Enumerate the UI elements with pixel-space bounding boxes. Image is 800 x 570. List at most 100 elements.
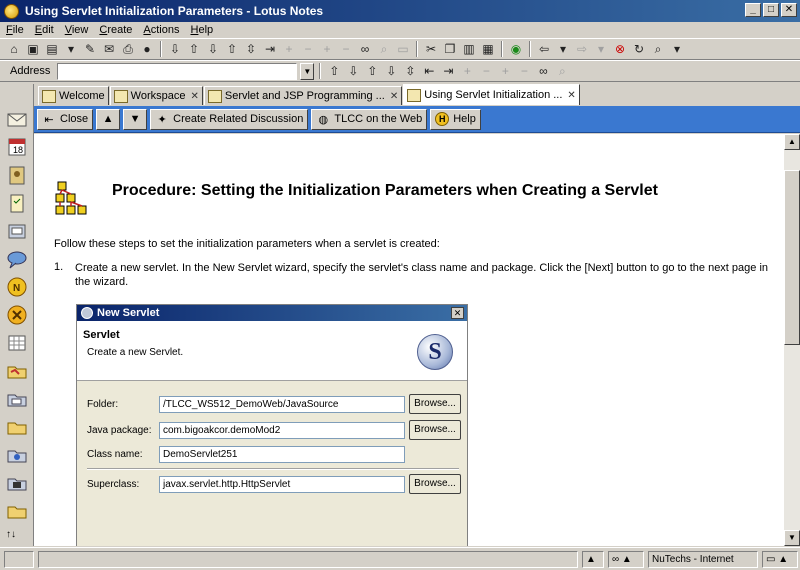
replicate-icon[interactable]: ● (139, 41, 155, 57)
previous-doc-button[interactable]: ▲ (96, 108, 121, 130)
page-icon[interactable]: ⇥ (440, 63, 456, 79)
help-button[interactable]: H Help (430, 108, 481, 130)
show-icon[interactable]: ⇤ (421, 63, 437, 79)
status-indicator[interactable] (4, 550, 34, 568)
search-dropdown-icon[interactable]: ▾ (669, 41, 685, 57)
next-doc-button[interactable]: ▼ (123, 108, 148, 130)
inbox-icon[interactable]: ▭ ▲ (762, 550, 798, 568)
folder-bookmark-icon-4[interactable] (6, 444, 28, 466)
expand-icon-2[interactable]: + (459, 63, 475, 79)
maximize-button[interactable]: □ (763, 3, 779, 17)
next-icon[interactable]: ⇩ (167, 41, 183, 57)
glasses-icon[interactable]: ∞ ▲ (608, 550, 644, 568)
expand-all-icon[interactable]: + (319, 41, 335, 57)
down-icon[interactable]: ⇩ (345, 63, 361, 79)
tlcc-web-button[interactable]: ◍ TLCC on the Web (311, 108, 428, 130)
binoculars-icon-2[interactable]: ∞ (535, 63, 551, 79)
menu-create[interactable]: Create (99, 24, 132, 36)
replicator-bookmark-icon[interactable] (6, 220, 28, 242)
address-dropdown-button[interactable]: ▼ (300, 62, 315, 80)
search-icon-2[interactable]: ⌕ (554, 63, 570, 79)
previous-unread-icon[interactable]: ⇧ (224, 41, 240, 57)
scroll-thumb[interactable] (784, 170, 800, 345)
search-icon[interactable]: ⌕ (376, 41, 392, 57)
tab-close-icon[interactable]: ✕ (390, 91, 398, 102)
tab-using-servlet-init[interactable]: Using Servlet Initialization ... ✕ (403, 84, 580, 105)
folder-bookmark-icon-2[interactable] (6, 388, 28, 410)
lotus-notes-icon[interactable] (4, 3, 19, 19)
link-icon[interactable]: ◉ (508, 41, 524, 57)
save-icon[interactable]: ▣ (25, 41, 41, 57)
close-button[interactable]: ⇤ Close (37, 108, 94, 130)
menu-file[interactable]: File (6, 24, 24, 36)
discussion-icon: ✦ (157, 113, 167, 126)
svg-text:N: N (13, 283, 20, 294)
close-window-button[interactable]: ✕ (781, 3, 797, 17)
menu-actions[interactable]: Actions (143, 24, 179, 36)
home-icon[interactable]: ⌂ (6, 41, 22, 57)
mail-icon[interactable]: ✉ (101, 41, 117, 57)
folder-bookmark-icon-3[interactable] (6, 416, 28, 438)
binoculars-icon[interactable]: ∞ (357, 41, 373, 57)
folder-bookmark-icon-5[interactable] (6, 472, 28, 494)
navigate-icon[interactable]: ⇥ (262, 41, 278, 57)
grid-bookmark-icon[interactable] (6, 332, 28, 354)
collapse-icon[interactable]: − (300, 41, 316, 57)
contacts-bookmark-icon[interactable] (6, 164, 28, 186)
forward-icon[interactable]: ⇨ (574, 41, 590, 57)
house-icon (42, 89, 56, 103)
next-main-icon[interactable]: ⇳ (243, 41, 259, 57)
folder-bookmark-icon-1[interactable] (6, 360, 28, 382)
cut-icon[interactable]: ✂ (423, 41, 439, 57)
address-input[interactable] (57, 62, 298, 80)
forward-dropdown-icon[interactable]: ▾ (593, 41, 609, 57)
open-icon[interactable]: ▤ (44, 41, 60, 57)
parent-icon[interactable]: ⇳ (402, 63, 418, 79)
scroll-up-button[interactable]: ▲ (784, 134, 800, 150)
collapse-all-icon[interactable]: − (338, 41, 354, 57)
folder-bookmark-icon-6[interactable] (6, 500, 28, 522)
tab-close-icon[interactable]: ✕ (567, 90, 575, 101)
minimize-button[interactable]: _ (745, 3, 761, 17)
collapse-icon-2[interactable]: − (478, 63, 494, 79)
tab-workspace[interactable]: Workspace ✕ (109, 86, 203, 105)
scroll-down-button[interactable]: ▼ (784, 530, 800, 546)
tab-close-icon[interactable]: ✕ (190, 91, 198, 102)
chat-bookmark-icon[interactable] (6, 248, 28, 270)
web-search-icon[interactable]: ⌕ (650, 41, 666, 57)
bookmark-scroll-arrows[interactable]: ↑↓ (6, 529, 16, 540)
status-up-icon[interactable]: ▲ (582, 550, 604, 568)
clipboard-icon[interactable]: ▦ (480, 41, 496, 57)
location-selector[interactable]: NuTechs - Internet (648, 550, 758, 568)
up-icon[interactable]: ⇧ (326, 63, 342, 79)
print-icon[interactable]: ⎙ (120, 41, 136, 57)
domino-bookmark-icon[interactable] (6, 304, 28, 326)
notes-bookmark-icon[interactable]: N (6, 276, 28, 298)
document-icon[interactable]: ▭ (395, 41, 411, 57)
todo-bookmark-icon[interactable] (6, 192, 28, 214)
previous-icon[interactable]: ⇧ (186, 41, 202, 57)
expand-all-icon-2[interactable]: + (497, 63, 513, 79)
dropdown-icon[interactable]: ▾ (63, 41, 79, 57)
properties-icon[interactable]: ✎ (82, 41, 98, 57)
mail-bookmark-icon[interactable] (6, 108, 28, 130)
expand-icon[interactable]: + (281, 41, 297, 57)
copy-icon[interactable]: ❐ (442, 41, 458, 57)
calendar-bookmark-icon[interactable]: 18 (6, 136, 28, 158)
collapse-all-icon-2[interactable]: − (516, 63, 532, 79)
next-unread-icon[interactable]: ⇩ (205, 41, 221, 57)
stop-icon[interactable]: ⊗ (612, 41, 628, 57)
up-unread-icon[interactable]: ⇧ (364, 63, 380, 79)
menu-edit[interactable]: Edit (35, 24, 54, 36)
menu-help[interactable]: Help (191, 24, 214, 36)
tab-servlet-jsp[interactable]: Servlet and JSP Programming ... ✕ (203, 86, 403, 105)
paste-icon[interactable]: ▥ (461, 41, 477, 57)
menu-view[interactable]: View (65, 24, 89, 36)
tab-welcome[interactable]: Welcome (38, 86, 109, 105)
vertical-scrollbar[interactable]: ▲ ▼ (784, 134, 800, 546)
refresh-icon[interactable]: ↻ (631, 41, 647, 57)
back-icon[interactable]: ⇦ (536, 41, 552, 57)
create-related-discussion-button[interactable]: ✦ Create Related Discussion (150, 108, 309, 130)
back-dropdown-icon[interactable]: ▾ (555, 41, 571, 57)
down-unread-icon[interactable]: ⇩ (383, 63, 399, 79)
